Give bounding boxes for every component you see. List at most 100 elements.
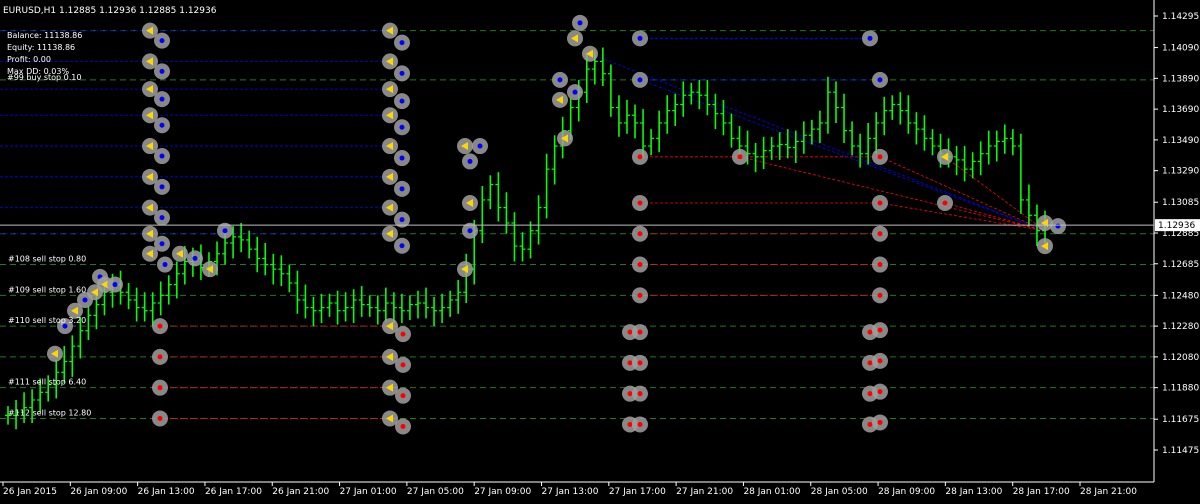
dot-icon: [627, 329, 633, 335]
order-open-marker[interactable]: [552, 91, 568, 108]
order-close-marker[interactable]: [632, 385, 648, 402]
order-close-marker[interactable]: [567, 84, 583, 101]
x-tick-label: 28 Jan 21:00: [1080, 487, 1137, 497]
dot-icon: [467, 228, 473, 234]
order-close-marker[interactable]: [394, 93, 410, 110]
y-tick-label: 1.11475: [1162, 446, 1199, 456]
order-close-marker[interactable]: [552, 71, 568, 88]
order-close-marker[interactable]: [872, 148, 888, 165]
order-close-marker[interactable]: [394, 180, 410, 197]
pending-order-label: #110 sell stop 3.20: [8, 316, 86, 325]
order-close-marker[interactable]: [394, 119, 410, 136]
order-close-marker[interactable]: [937, 194, 953, 211]
y-tick-label: 1.12685: [1162, 260, 1199, 270]
order-close-marker[interactable]: [872, 383, 888, 400]
order-open-marker[interactable]: [382, 53, 398, 70]
order-close-marker[interactable]: [872, 352, 888, 369]
dot-icon: [877, 327, 883, 333]
order-open-marker[interactable]: [382, 107, 398, 124]
order-open-marker[interactable]: [557, 130, 573, 147]
order-open-marker[interactable]: [47, 345, 63, 362]
order-close-marker[interactable]: [157, 256, 173, 273]
order-close-marker[interactable]: [872, 225, 888, 242]
order-open-marker[interactable]: [202, 261, 218, 278]
order-open-marker[interactable]: [382, 199, 398, 216]
dot-icon: [867, 329, 873, 335]
order-close-marker[interactable]: [632, 148, 648, 165]
order-close-marker[interactable]: [632, 225, 648, 242]
order-close-marker[interactable]: [862, 30, 878, 47]
order-close-marker[interactable]: [154, 32, 170, 49]
order-open-marker[interactable]: [937, 148, 953, 165]
order-open-marker[interactable]: [457, 138, 473, 155]
order-close-marker[interactable]: [152, 410, 168, 427]
order-close-marker[interactable]: [154, 209, 170, 226]
order-close-marker[interactable]: [1050, 218, 1066, 235]
order-close-marker[interactable]: [572, 14, 588, 31]
order-close-marker[interactable]: [152, 379, 168, 396]
order-open-marker[interactable]: [382, 225, 398, 242]
order-close-marker[interactable]: [632, 256, 648, 273]
order-close-marker[interactable]: [632, 287, 648, 304]
order-open-marker[interactable]: [567, 30, 583, 47]
order-close-marker[interactable]: [154, 117, 170, 134]
order-open-marker[interactable]: [172, 245, 188, 262]
x-tick-label: 28 Jan 09:00: [878, 487, 935, 497]
y-tick-label: 1.13490: [1162, 136, 1199, 146]
order-close-marker[interactable]: [394, 150, 410, 167]
price-chart[interactable]: #108 sell stop 0.80 #109 sell stop 1.60 #1…: [0, 0, 1200, 500]
order-close-marker[interactable]: [462, 153, 478, 170]
order-close-marker[interactable]: [187, 250, 203, 267]
order-close-marker[interactable]: [154, 63, 170, 80]
order-close-marker[interactable]: [472, 138, 488, 155]
order-close-marker[interactable]: [395, 356, 411, 373]
order-open-marker[interactable]: [382, 168, 398, 185]
dot-icon: [1055, 223, 1061, 229]
dot-icon: [877, 77, 883, 83]
order-open-marker[interactable]: [457, 261, 473, 278]
order-close-marker[interactable]: [154, 178, 170, 195]
order-close-marker[interactable]: [394, 34, 410, 51]
order-open-marker[interactable]: [382, 81, 398, 98]
order-close-marker[interactable]: [152, 348, 168, 365]
order-close-marker[interactable]: [152, 318, 168, 335]
dot-icon: [867, 35, 873, 41]
order-open-marker[interactable]: [382, 22, 398, 39]
order-close-marker[interactable]: [872, 322, 888, 339]
order-open-marker[interactable]: [382, 138, 398, 155]
dot-icon: [477, 143, 483, 149]
order-close-marker[interactable]: [154, 91, 170, 108]
order-close-marker[interactable]: [154, 148, 170, 165]
order-close-marker[interactable]: [394, 237, 410, 254]
order-open-marker[interactable]: [582, 45, 598, 62]
y-tick-label: 1.11675: [1162, 415, 1199, 425]
order-close-marker[interactable]: [872, 256, 888, 273]
dot-icon: [82, 297, 88, 303]
y-tick-label: 1.13890: [1162, 74, 1199, 84]
dot-icon: [157, 385, 163, 391]
order-close-marker[interactable]: [394, 65, 410, 82]
order-open-marker[interactable]: [142, 245, 158, 262]
order-close-marker[interactable]: [107, 276, 123, 293]
dot-icon: [637, 262, 643, 268]
order-open-marker[interactable]: [462, 194, 478, 211]
order-close-marker[interactable]: [732, 148, 748, 165]
order-close-marker[interactable]: [632, 324, 648, 341]
order-close-marker[interactable]: [632, 416, 648, 433]
order-close-marker[interactable]: [632, 194, 648, 211]
order-close-marker[interactable]: [395, 387, 411, 404]
order-close-marker[interactable]: [632, 71, 648, 88]
chart-window[interactable]: #108 sell stop 0.80 #109 sell stop 1.60 #1…: [0, 0, 1200, 500]
order-close-marker[interactable]: [395, 326, 411, 343]
order-close-marker[interactable]: [632, 354, 648, 371]
pending-order-label: #109 sell stop 1.60: [8, 285, 86, 294]
order-close-marker[interactable]: [395, 418, 411, 435]
current-price-label: 1.12936: [1158, 221, 1195, 231]
order-close-marker[interactable]: [872, 414, 888, 431]
order-close-marker[interactable]: [872, 194, 888, 211]
dot-icon: [877, 262, 883, 268]
order-open-marker[interactable]: [1037, 238, 1053, 255]
order-close-marker[interactable]: [872, 71, 888, 88]
order-close-marker[interactable]: [632, 30, 648, 47]
order-close-marker[interactable]: [872, 287, 888, 304]
